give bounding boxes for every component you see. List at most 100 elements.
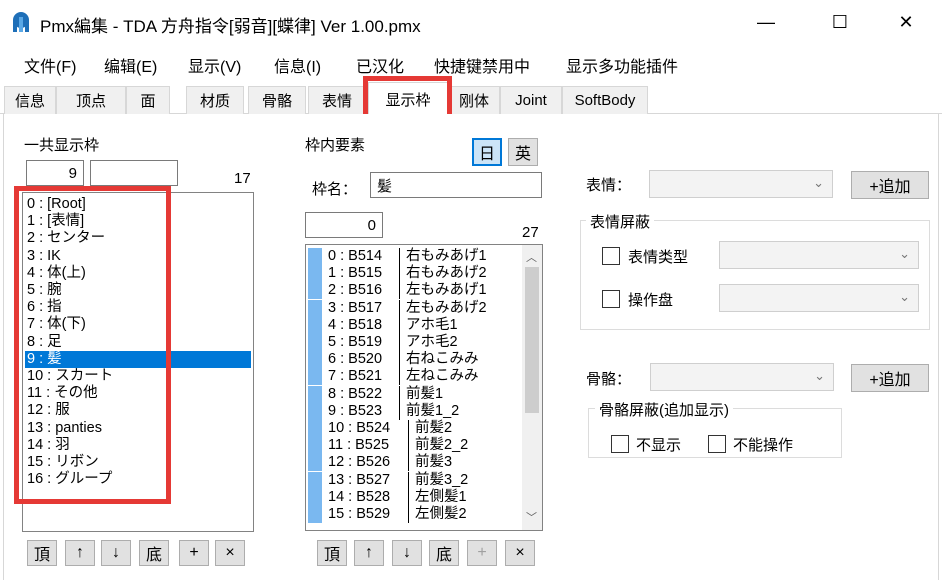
frame-list-item[interactable]: 7 : 体(下) — [25, 316, 251, 333]
lang-en-button[interactable]: 英 — [508, 138, 538, 166]
move-up-button[interactable]: ↑ — [65, 540, 95, 566]
frame-list-item[interactable]: 5 : 腕 — [25, 282, 251, 299]
tab-bone[interactable]: 骨骼 — [248, 86, 306, 114]
frame-list-item[interactable]: 14 : 羽 — [25, 437, 251, 454]
element-name[interactable]: 前髪3_2 — [415, 472, 468, 489]
element-id[interactable]: 1 : B515 — [328, 265, 382, 282]
frame-list-item[interactable]: 13 : panties — [25, 420, 251, 437]
element-id[interactable]: 10 : B524 — [328, 420, 390, 437]
tab-softbody[interactable]: SoftBody — [562, 86, 648, 114]
element-index-field[interactable] — [305, 212, 383, 238]
hide-checkbox[interactable] — [611, 435, 629, 453]
add-morph-button[interactable]: +追加 — [851, 171, 929, 199]
frame-list-item[interactable]: 8 : 足 — [25, 334, 251, 351]
morph-type-select[interactable]: ⌄ — [719, 241, 919, 269]
menu-shortcut-disabled[interactable]: 快捷键禁用中 — [434, 53, 530, 77]
element-move-up-button[interactable]: ↑ — [354, 540, 384, 566]
morph-type-checkbox[interactable] — [602, 247, 620, 265]
element-name[interactable]: 前髪2 — [415, 420, 452, 437]
element-name[interactable]: 右ねこみみ — [406, 351, 479, 368]
move-bottom-button[interactable]: 底 — [139, 540, 169, 566]
maximize-button[interactable]: ☐ — [812, 0, 868, 44]
frame-list-item[interactable]: 12 : 服 — [25, 402, 251, 419]
element-id[interactable]: 15 : B529 — [328, 506, 390, 523]
menu-file[interactable]: 文件(F) — [24, 53, 76, 77]
add-bone-button[interactable]: +追加 — [851, 364, 929, 392]
close-button[interactable]: ✕ — [878, 0, 934, 44]
element-id[interactable]: 0 : B514 — [328, 248, 382, 265]
element-name[interactable]: 左ねこみみ — [406, 368, 479, 385]
element-id[interactable]: 13 : B527 — [328, 472, 390, 489]
move-down-button[interactable]: ↓ — [101, 540, 131, 566]
frame-list-item[interactable]: 15 : リボン — [25, 454, 251, 471]
element-id[interactable]: 14 : B528 — [328, 489, 390, 506]
menu-info[interactable]: 信息(I) — [274, 53, 321, 77]
element-delete-button[interactable]: × — [505, 540, 535, 566]
tab-info[interactable]: 信息 — [4, 86, 56, 114]
move-top-button[interactable]: 頂 — [27, 540, 57, 566]
frame-list-item[interactable]: 6 : 指 — [25, 299, 251, 316]
panel-select[interactable]: ⌄ — [719, 284, 919, 312]
frame-list-item[interactable]: 9 : 髪 — [25, 350, 251, 368]
element-name[interactable]: 左側髪2 — [415, 506, 467, 523]
frame-list-item[interactable]: 11 : その他 — [25, 385, 251, 402]
element-name[interactable]: アホ毛1 — [406, 317, 458, 334]
element-id[interactable]: 3 : B517 — [328, 300, 382, 317]
menu-localized[interactable]: 已汉化 — [356, 53, 404, 77]
frame-list-item[interactable]: 16 : グループ — [25, 471, 251, 488]
element-name[interactable]: 左もみあげ2 — [406, 300, 487, 317]
panel-checkbox[interactable] — [602, 290, 620, 308]
frame-list-item[interactable]: 0 : [Root] — [25, 196, 251, 213]
minimize-button[interactable]: — — [738, 0, 794, 44]
tab-rigidbody[interactable]: 刚体 — [448, 86, 500, 114]
tab-joint[interactable]: Joint — [500, 86, 562, 114]
element-list[interactable]: 0 : B514 右もみあげ1 1 : B515 右もみあげ2 2 : B516 左もみあ… — [305, 244, 543, 531]
menu-plugins[interactable]: 显示多功能插件 — [566, 53, 678, 77]
element-move-top-button[interactable]: 頂 — [317, 540, 347, 566]
element-id[interactable]: 5 : B519 — [328, 334, 382, 351]
element-name[interactable]: 左もみあげ1 — [406, 282, 487, 299]
morph-select[interactable]: ⌄ — [649, 170, 833, 198]
no-operation-checkbox[interactable] — [708, 435, 726, 453]
element-name[interactable]: 前髪2_2 — [415, 437, 468, 454]
lang-jp-button[interactable]: 日 — [472, 138, 502, 166]
element-id[interactable]: 8 : B522 — [328, 386, 382, 403]
tab-material[interactable]: 材质 — [186, 86, 244, 114]
element-name[interactable]: アホ毛2 — [406, 334, 458, 351]
element-id[interactable]: 12 : B526 — [328, 454, 390, 471]
frame-index-field[interactable] — [26, 160, 84, 186]
element-move-bottom-button[interactable]: 底 — [429, 540, 459, 566]
element-name[interactable]: 左側髪1 — [415, 489, 467, 506]
tab-face[interactable]: 面 — [126, 86, 170, 114]
element-name[interactable]: 前髪3 — [415, 454, 452, 471]
frame-name-input[interactable] — [370, 172, 542, 198]
tab-display-frame[interactable]: 显示枠 — [368, 82, 448, 115]
scrollbar-thumb[interactable] — [525, 267, 539, 413]
frame-list-item[interactable]: 4 : 体(上) — [25, 265, 251, 282]
element-id[interactable]: 7 : B521 — [328, 368, 382, 385]
element-name[interactable]: 前髪1 — [406, 386, 443, 403]
delete-frame-button[interactable]: × — [215, 540, 245, 566]
scroll-up-icon[interactable]: ︿ — [526, 249, 537, 265]
frame-list-item[interactable]: 10 : スカート — [25, 368, 251, 385]
frame-name-field[interactable] — [90, 160, 178, 186]
frame-list-item[interactable]: 2 : センター — [25, 230, 251, 247]
element-id[interactable]: 6 : B520 — [328, 351, 382, 368]
element-id[interactable]: 11 : B525 — [328, 437, 389, 454]
frame-list[interactable]: 0 : [Root] 1 : [表情] 2 : センター 3 : IK 4 : 体(上)… — [22, 192, 254, 532]
element-add-button[interactable]: + — [467, 540, 497, 566]
frame-list-item[interactable]: 3 : IK — [25, 248, 251, 265]
element-name[interactable]: 右もみあげ2 — [406, 265, 487, 282]
scroll-down-icon[interactable]: ﹀ — [526, 509, 537, 525]
element-id[interactable]: 9 : B523 — [328, 403, 382, 420]
frame-list-item[interactable]: 1 : [表情] — [25, 213, 251, 230]
add-frame-button[interactable]: + — [179, 540, 209, 566]
element-name[interactable]: 前髪1_2 — [406, 403, 459, 420]
element-id[interactable]: 2 : B516 — [328, 282, 382, 299]
element-list-scrollbar[interactable]: ︿ ﹀ — [522, 245, 542, 530]
menu-edit[interactable]: 编辑(E) — [104, 53, 157, 77]
bone-select[interactable]: ⌄ — [650, 363, 834, 391]
element-name[interactable]: 右もみあげ1 — [406, 248, 487, 265]
menu-view[interactable]: 显示(V) — [188, 53, 241, 77]
element-id[interactable]: 4 : B518 — [328, 317, 382, 334]
